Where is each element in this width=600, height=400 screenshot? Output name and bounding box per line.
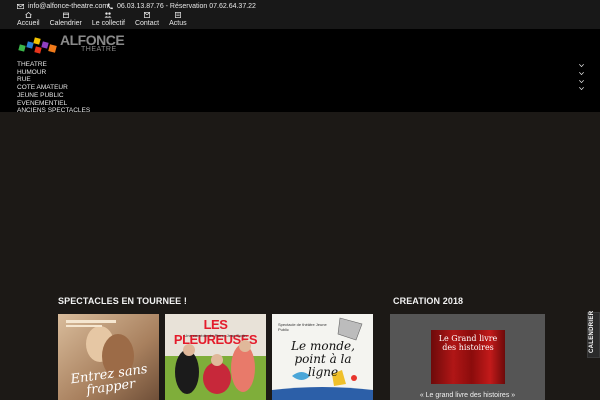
- chevron-down-icon[interactable]: [577, 70, 585, 78]
- poster-les-pleureuses[interactable]: LES PLEUREUSES Une comédie de Pierre-Jea…: [165, 314, 266, 400]
- top-bar: info@alfonce-theatre.com 06.03.13.87.76 …: [0, 0, 600, 29]
- contact-email[interactable]: info@alfonce-theatre.com: [17, 3, 108, 10]
- nav-item-rue[interactable]: RUE: [17, 76, 90, 84]
- creation-panel: Le Grand livre des histoires « Le grand …: [390, 314, 545, 400]
- creation-caption[interactable]: « Le grand livre des histoires »: [390, 392, 545, 399]
- creation-image[interactable]: Le Grand livre des histoires: [431, 330, 505, 384]
- poster-title: Le monde, point à la ligne: [291, 339, 355, 379]
- topnav-item-calendrier[interactable]: Calendrier: [50, 12, 82, 27]
- logo-square: [41, 41, 49, 49]
- topnav-item-actus[interactable]: Actus: [169, 12, 187, 27]
- topnav-item-accueil[interactable]: Accueil: [17, 12, 40, 27]
- nav-item-evenementiel[interactable]: EVENEMENTIEL: [17, 100, 90, 108]
- logo-square: [18, 44, 26, 52]
- envelope-icon: [144, 12, 150, 18]
- nav-item-jeune-public[interactable]: JEUNE PUBLIC: [17, 92, 90, 100]
- chevron-down-icon[interactable]: [577, 77, 585, 85]
- topnav-label[interactable]: Le collectif: [92, 20, 125, 27]
- topnav-label[interactable]: Calendrier: [50, 20, 82, 27]
- topnav-item-collectif[interactable]: Le collectif: [92, 12, 125, 27]
- topnav-item-contact[interactable]: Contact: [135, 12, 159, 27]
- newspaper-icon: [174, 12, 181, 18]
- logo-square: [33, 37, 41, 45]
- nav-item-cote-amateur[interactable]: COTE AMATEUR: [17, 84, 90, 92]
- home-icon: [25, 12, 32, 18]
- site-logo[interactable]: ALFONCE THEATRE: [17, 33, 125, 57]
- section-title-tour: SPECTACLES EN TOURNEE !: [58, 296, 187, 306]
- submenu-toggles: [577, 62, 585, 93]
- logo-subtext: THEATRE: [81, 46, 117, 53]
- chevron-down-icon[interactable]: [577, 62, 585, 70]
- contact-phones: 06.03.13.87.76 - Réservation 07.62.64.37…: [107, 3, 256, 10]
- section-title-creation: CREATION 2018: [393, 296, 464, 306]
- logo-square: [48, 44, 57, 53]
- site-header: ALFONCE THEATRE THEATRE HUMOUR RUE COTE …: [0, 29, 600, 115]
- chevron-down-icon[interactable]: [577, 85, 585, 93]
- creation-image-text: Le Grand livre des histoires: [438, 334, 498, 352]
- logo-text: ALFONCE: [60, 32, 125, 48]
- calendar-tab-label: CALENDRIER: [589, 310, 595, 353]
- topnav-label[interactable]: Contact: [135, 20, 159, 27]
- main-nav: THEATRE HUMOUR RUE COTE AMATEUR JEUNE PU…: [17, 61, 90, 115]
- nav-item-anciens-spectacles[interactable]: ANCIENS SPECTACLES: [17, 107, 90, 115]
- email-text[interactable]: info@alfonce-theatre.com: [28, 3, 108, 10]
- poster-artwork: [165, 340, 266, 400]
- calendar-side-tab[interactable]: CALENDRIER: [587, 310, 600, 358]
- top-nav: Accueil Calendrier Le collectif Contact …: [17, 12, 187, 27]
- nav-item-theatre[interactable]: THEATRE: [17, 61, 90, 69]
- users-icon: [104, 12, 112, 18]
- phone-icon: [107, 3, 113, 10]
- poster-le-monde-point-a-la-ligne[interactable]: Spectacle de théâtre Jeune Public Le mon…: [272, 314, 373, 400]
- nav-item-humour[interactable]: HUMOUR: [17, 69, 90, 77]
- topnav-label[interactable]: Accueil: [17, 20, 40, 27]
- logo-square: [34, 46, 42, 54]
- envelope-icon: [17, 4, 24, 9]
- calendar-icon: [62, 12, 69, 18]
- poster-entrez-sans-frapper[interactable]: Entrez sans frapper: [58, 314, 159, 400]
- topnav-label[interactable]: Actus: [169, 20, 187, 27]
- phones-text: 06.03.13.87.76 - Réservation 07.62.64.37…: [117, 3, 256, 10]
